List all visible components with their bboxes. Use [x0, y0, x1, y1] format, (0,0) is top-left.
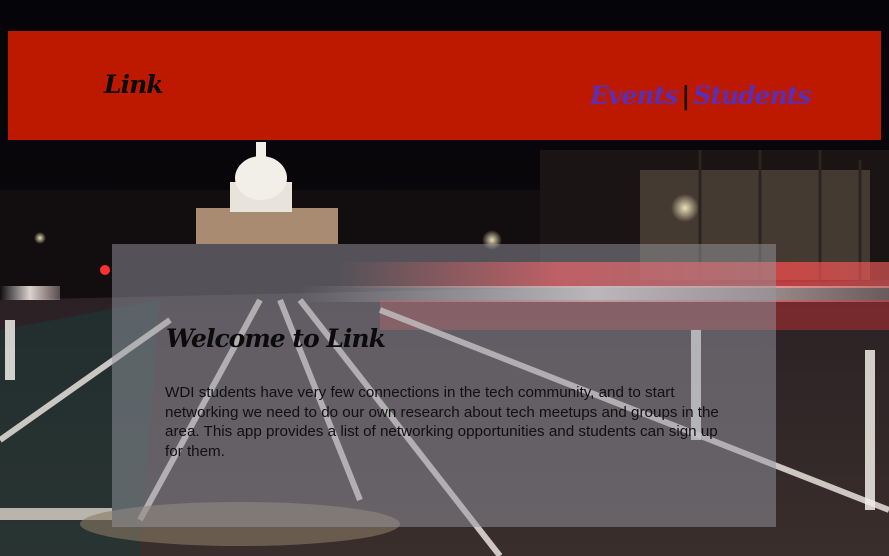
welcome-panel: Welcome to Link WDI students have very f… — [112, 244, 776, 527]
welcome-title: Welcome to Link — [166, 324, 386, 353]
nav-separator: | — [681, 81, 690, 110]
welcome-description: WDI students have very few connections i… — [165, 384, 719, 460]
nav-link-events[interactable]: Events — [590, 81, 678, 110]
brand-link[interactable]: Link — [104, 70, 164, 99]
main-nav: Events | Students — [590, 81, 811, 110]
nav-link-students[interactable]: Students — [693, 81, 811, 110]
